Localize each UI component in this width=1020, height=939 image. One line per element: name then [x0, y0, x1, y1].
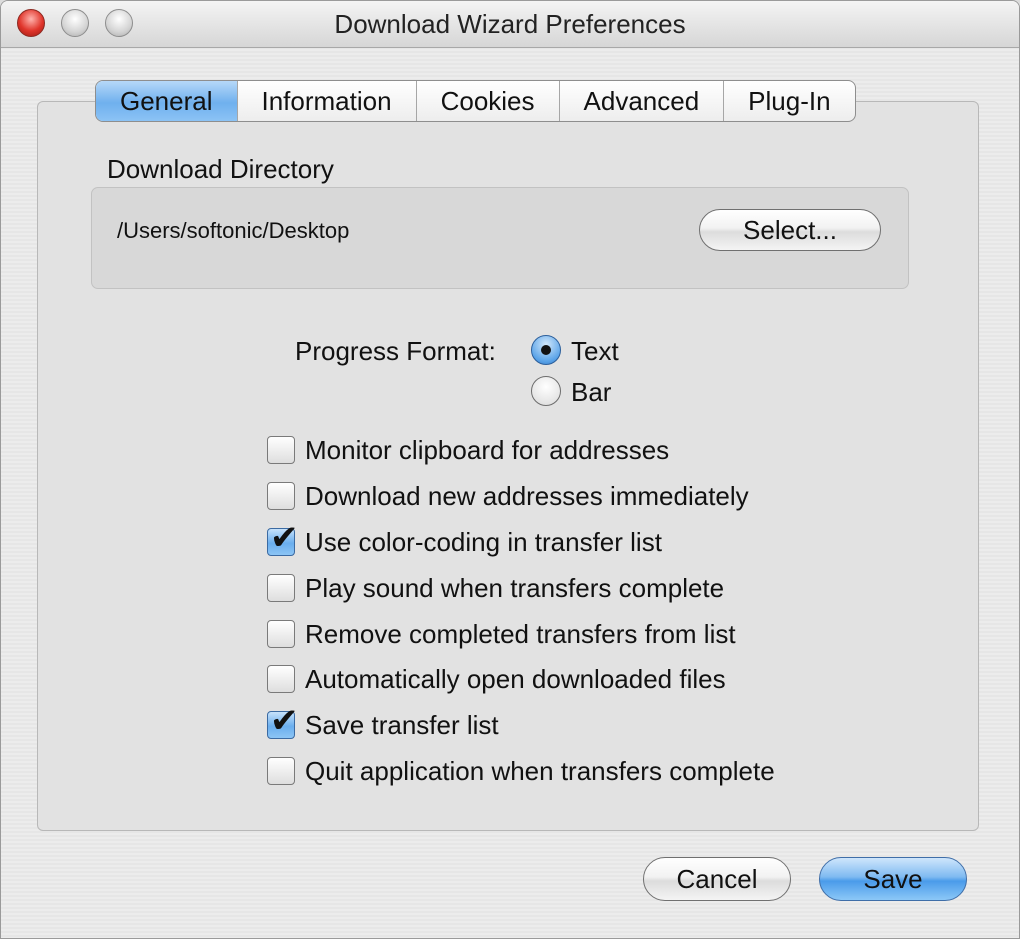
tab-general[interactable]: General: [96, 81, 238, 121]
download-directory-path: /Users/softonic/Desktop: [117, 218, 350, 243]
option-quit-application-label: Quit application when transfers complete: [305, 756, 775, 786]
cancel-button[interactable]: Cancel: [643, 857, 791, 901]
option-play-sound-checkbox[interactable]: [267, 574, 295, 602]
checkmark-icon: ✔: [270, 701, 299, 741]
option-download-new-addresses-label: Download new addresses immediately: [305, 481, 749, 511]
option-auto-open-checkbox[interactable]: [267, 665, 295, 693]
option-remove-completed-label: Remove completed transfers from list: [305, 619, 736, 649]
tab-cookies[interactable]: Cookies: [417, 81, 560, 121]
option-play-sound-label: Play sound when transfers complete: [305, 573, 725, 603]
save-button[interactable]: Save: [819, 857, 967, 901]
select-directory-button[interactable]: Select...: [699, 209, 881, 251]
window-title: Download Wizard Preferences: [334, 9, 686, 39]
option-save-transfer-list-label: Save transfer list: [305, 710, 499, 740]
title-bar[interactable]: Download Wizard Preferences: [1, 1, 1019, 48]
tab-advanced[interactable]: Advanced: [560, 81, 725, 121]
option-color-coding-label: Use color-coding in transfer list: [305, 527, 662, 557]
progress-format-text-radio[interactable]: [531, 335, 561, 365]
option-save-transfer-list-checkbox[interactable]: ✔: [267, 704, 299, 739]
option-color-coding-checkbox[interactable]: ✔: [267, 521, 299, 556]
checkmark-icon: ✔: [270, 518, 299, 558]
download-directory-label: Download Directory: [107, 154, 334, 184]
option-quit-application-checkbox[interactable]: [267, 757, 295, 785]
option-monitor-clipboard-label: Monitor clipboard for addresses: [305, 435, 670, 465]
option-remove-completed-checkbox[interactable]: [267, 620, 295, 648]
option-auto-open-label: Automatically open downloaded files: [305, 664, 726, 694]
option-monitor-clipboard-checkbox[interactable]: [267, 436, 295, 464]
tab-plug-in[interactable]: Plug-In: [724, 81, 854, 121]
preferences-window: Download Wizard Preferences General Info…: [0, 0, 1020, 939]
progress-format-label: Progress Format:: [295, 336, 496, 366]
tab-information[interactable]: Information: [238, 81, 417, 121]
progress-format-bar-radio[interactable]: [531, 376, 561, 406]
option-download-new-addresses-checkbox[interactable]: [267, 482, 295, 510]
tab-bar: General Information Cookies Advanced Plu…: [95, 80, 856, 122]
progress-format-text-label[interactable]: Text: [571, 336, 619, 367]
progress-format-bar-label[interactable]: Bar: [571, 377, 611, 408]
